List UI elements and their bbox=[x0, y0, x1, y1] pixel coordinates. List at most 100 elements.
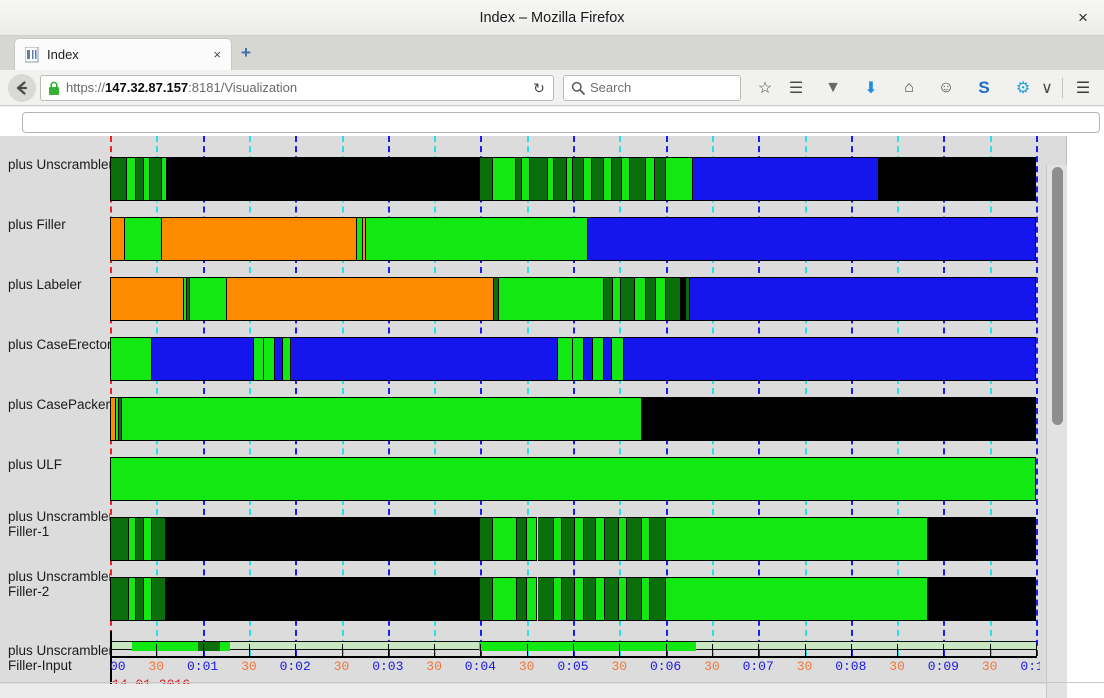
gantt-segment[interactable] bbox=[167, 157, 481, 201]
bookmark-star-icon[interactable]: ☆ bbox=[752, 75, 778, 101]
gantt-segment[interactable] bbox=[529, 157, 549, 201]
gantt-segment[interactable] bbox=[630, 157, 646, 201]
gantt-segment[interactable] bbox=[627, 517, 643, 561]
gantt-segment[interactable] bbox=[526, 577, 538, 621]
chat-bubble-icon[interactable]: ☺ bbox=[933, 75, 959, 101]
gantt-segment[interactable] bbox=[526, 517, 538, 561]
gantt-segment[interactable] bbox=[227, 277, 495, 321]
gantt-segment[interactable] bbox=[125, 217, 163, 261]
gantt-row[interactable] bbox=[110, 577, 1036, 621]
gantt-segment[interactable] bbox=[136, 157, 144, 201]
gantt-segment[interactable] bbox=[619, 577, 627, 621]
reader-list-icon[interactable]: ☰ bbox=[783, 75, 809, 101]
gantt-segment[interactable] bbox=[110, 517, 129, 561]
gantt-segment[interactable] bbox=[126, 157, 137, 201]
gantt-segment[interactable] bbox=[151, 577, 166, 621]
gantt-segment[interactable] bbox=[128, 517, 137, 561]
gantt-segment[interactable] bbox=[574, 517, 584, 561]
gantt-segment[interactable] bbox=[623, 337, 1036, 381]
gantt-segment[interactable] bbox=[620, 277, 635, 321]
gantt-segment[interactable] bbox=[650, 517, 666, 561]
gantt-segment[interactable] bbox=[603, 337, 612, 381]
gantt-segment[interactable] bbox=[642, 397, 1036, 441]
gantt-segment[interactable] bbox=[611, 157, 623, 201]
gantt-segment[interactable] bbox=[110, 277, 185, 321]
gantt-segment[interactable] bbox=[583, 517, 597, 561]
gantt-segment[interactable] bbox=[165, 517, 481, 561]
gantt-segment[interactable] bbox=[128, 577, 137, 621]
gantt-segment[interactable] bbox=[622, 157, 631, 201]
gantt-segment[interactable] bbox=[650, 577, 666, 621]
gantt-segment[interactable] bbox=[253, 337, 265, 381]
gantt-segment[interactable] bbox=[573, 337, 584, 381]
gantt-segment[interactable] bbox=[190, 277, 228, 321]
gantt-segment[interactable] bbox=[645, 277, 657, 321]
gantt-segment[interactable] bbox=[554, 517, 563, 561]
gantt-segment[interactable] bbox=[554, 157, 567, 201]
gantt-segment[interactable] bbox=[665, 277, 682, 321]
gantt-segment[interactable] bbox=[619, 517, 627, 561]
gantt-segment[interactable] bbox=[480, 517, 493, 561]
gantt-segment[interactable] bbox=[264, 337, 276, 381]
gantt-segment[interactable] bbox=[562, 577, 575, 621]
gantt-segment[interactable] bbox=[537, 517, 555, 561]
horizontal-scrollbar[interactable] bbox=[0, 684, 1046, 698]
gantt-segment[interactable] bbox=[366, 217, 589, 261]
downloads-arrow-icon[interactable]: ⬇ bbox=[858, 75, 884, 101]
gantt-segment[interactable] bbox=[593, 337, 604, 381]
gantt-segment[interactable] bbox=[927, 517, 1036, 561]
gantt-segment[interactable] bbox=[583, 337, 594, 381]
gantt-segment[interactable] bbox=[110, 577, 129, 621]
gantt-segment[interactable] bbox=[554, 577, 563, 621]
gantt-segment[interactable] bbox=[573, 157, 584, 201]
gantt-segment[interactable] bbox=[492, 157, 516, 201]
gantt-segment[interactable] bbox=[605, 517, 620, 561]
gantt-segment[interactable] bbox=[517, 577, 527, 621]
gantt-segment[interactable] bbox=[693, 157, 879, 201]
gantt-segment[interactable] bbox=[605, 577, 620, 621]
gantt-segment[interactable] bbox=[275, 337, 283, 381]
gantt-segment[interactable] bbox=[110, 337, 152, 381]
gantt-segment[interactable] bbox=[110, 217, 126, 261]
gantt-row[interactable] bbox=[110, 517, 1036, 561]
gantt-segment[interactable] bbox=[136, 517, 144, 561]
gantt-segment[interactable] bbox=[136, 577, 144, 621]
gantt-segment[interactable] bbox=[690, 277, 1036, 321]
gantt-segment[interactable] bbox=[290, 337, 558, 381]
gantt-row[interactable] bbox=[110, 397, 1036, 441]
gantt-segment[interactable] bbox=[596, 577, 606, 621]
gantt-segment[interactable] bbox=[522, 157, 530, 201]
gantt-segment[interactable] bbox=[583, 157, 592, 201]
gantt-segment[interactable] bbox=[492, 577, 518, 621]
gantt-segment[interactable] bbox=[656, 277, 666, 321]
gantt-segment[interactable] bbox=[110, 457, 1036, 501]
gantt-segment[interactable] bbox=[480, 577, 493, 621]
gantt-segment[interactable] bbox=[122, 397, 643, 441]
settings-gear-icon[interactable]: ⚙ bbox=[1010, 75, 1036, 101]
gantt-segment[interactable] bbox=[627, 577, 643, 621]
gantt-segment[interactable] bbox=[143, 517, 152, 561]
gantt-segment[interactable] bbox=[498, 277, 604, 321]
gantt-segment[interactable] bbox=[665, 577, 928, 621]
gantt-segment[interactable] bbox=[557, 337, 573, 381]
gantt-segment[interactable] bbox=[591, 157, 604, 201]
gantt-segment[interactable] bbox=[642, 577, 651, 621]
gantt-segment[interactable] bbox=[878, 157, 1036, 201]
gantt-segment[interactable] bbox=[143, 577, 152, 621]
gantt-segment[interactable] bbox=[151, 517, 166, 561]
gantt-segment[interactable] bbox=[665, 517, 928, 561]
gantt-row[interactable] bbox=[110, 457, 1036, 501]
gantt-segment[interactable] bbox=[665, 157, 694, 201]
gantt-row[interactable] bbox=[110, 277, 1036, 321]
gantt-segment[interactable] bbox=[151, 337, 254, 381]
gantt-segment[interactable] bbox=[162, 217, 357, 261]
tab-close-button[interactable]: × bbox=[213, 39, 221, 71]
gantt-row[interactable] bbox=[110, 217, 1036, 261]
gantt-segment[interactable] bbox=[611, 337, 624, 381]
gantt-segment[interactable] bbox=[537, 577, 555, 621]
gantt-segment[interactable] bbox=[645, 157, 655, 201]
gantt-segment[interactable] bbox=[654, 157, 666, 201]
page-text-input[interactable] bbox=[22, 112, 1100, 133]
home-icon[interactable]: ⌂ bbox=[896, 75, 922, 101]
hamburger-menu-icon[interactable]: ☰ bbox=[1070, 75, 1096, 101]
